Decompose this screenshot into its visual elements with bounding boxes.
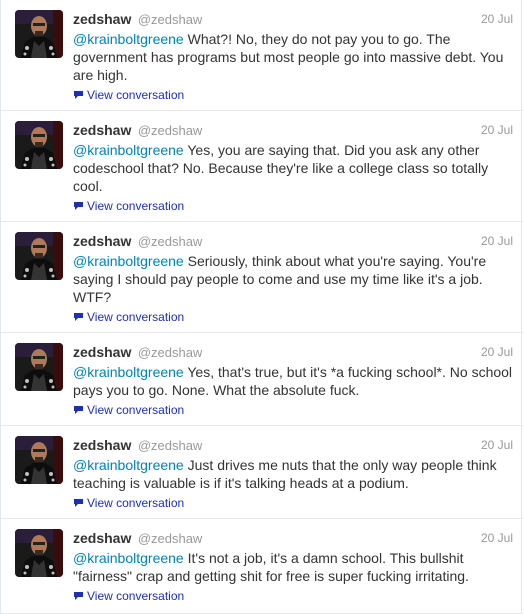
view-conversation-label: View conversation (87, 310, 185, 324)
speech-bubble-icon (73, 496, 84, 512)
tweet[interactable]: zedshaw @zedshaw 20 Jul @krainboltgreene… (1, 0, 523, 111)
tweet-mention[interactable]: @krainboltgreene (73, 253, 184, 269)
tweet-mention[interactable]: @krainboltgreene (73, 364, 184, 380)
view-conversation-label: View conversation (87, 88, 185, 102)
tweet-text: @krainboltgreene Just drives me nuts tha… (73, 456, 513, 492)
tweet-timeline: zedshaw @zedshaw 20 Jul @krainboltgreene… (0, 0, 523, 614)
view-conversation-label: View conversation (87, 589, 185, 603)
tweet-fullname[interactable]: zedshaw (73, 437, 131, 453)
tweet-fullname[interactable]: zedshaw (73, 233, 131, 249)
view-conversation-link[interactable]: View conversation (73, 588, 513, 605)
view-conversation-label: View conversation (87, 403, 185, 417)
tweet-header: zedshaw @zedshaw 20 Jul (73, 529, 513, 549)
tweet-mention[interactable]: @krainboltgreene (73, 31, 184, 47)
tweet-text: @krainboltgreene It's not a job, it's a … (73, 549, 513, 585)
tweet-username[interactable]: @zedshaw (138, 438, 203, 453)
view-conversation-link[interactable]: View conversation (73, 87, 513, 104)
tweet-content: zedshaw @zedshaw 20 Jul @krainboltgreene… (73, 529, 513, 605)
speech-bubble-icon (73, 199, 84, 215)
tweet[interactable]: zedshaw @zedshaw 20 Jul @krainboltgreene… (1, 333, 523, 426)
tweet-fullname[interactable]: zedshaw (73, 530, 131, 546)
tweet-timestamp[interactable]: 20 Jul (481, 10, 513, 28)
avatar[interactable] (15, 343, 63, 391)
tweet-text: @krainboltgreene Seriously, think about … (73, 252, 513, 306)
view-conversation-link[interactable]: View conversation (73, 309, 513, 326)
tweet-content: zedshaw @zedshaw 20 Jul @krainboltgreene… (73, 10, 513, 104)
tweet-text: @krainboltgreene What?! No, they do not … (73, 30, 513, 84)
tweet-header: zedshaw @zedshaw 20 Jul (73, 343, 513, 363)
tweet[interactable]: zedshaw @zedshaw 20 Jul @krainboltgreene… (1, 426, 523, 519)
speech-bubble-icon (73, 403, 84, 419)
tweet-text: @krainboltgreene Yes, that's true, but i… (73, 363, 513, 399)
tweet-fullname[interactable]: zedshaw (73, 11, 131, 27)
tweet[interactable]: zedshaw @zedshaw 20 Jul @krainboltgreene… (1, 222, 523, 333)
tweet-content: zedshaw @zedshaw 20 Jul @krainboltgreene… (73, 436, 513, 512)
view-conversation-label: View conversation (87, 496, 185, 510)
tweet-fullname[interactable]: zedshaw (73, 344, 131, 360)
tweet-header: zedshaw @zedshaw 20 Jul (73, 232, 513, 252)
tweet-mention[interactable]: @krainboltgreene (73, 142, 184, 158)
tweet-username[interactable]: @zedshaw (138, 123, 203, 138)
tweet-username[interactable]: @zedshaw (138, 345, 203, 360)
tweet-content: zedshaw @zedshaw 20 Jul @krainboltgreene… (73, 232, 513, 326)
tweet-username[interactable]: @zedshaw (138, 12, 203, 27)
tweet-header: zedshaw @zedshaw 20 Jul (73, 436, 513, 456)
tweet[interactable]: zedshaw @zedshaw 20 Jul @krainboltgreene… (1, 519, 523, 614)
tweet-username[interactable]: @zedshaw (138, 531, 203, 546)
view-conversation-link[interactable]: View conversation (73, 495, 513, 512)
tweet-username[interactable]: @zedshaw (138, 234, 203, 249)
tweet-content: zedshaw @zedshaw 20 Jul @krainboltgreene… (73, 343, 513, 419)
tweet-content: zedshaw @zedshaw 20 Jul @krainboltgreene… (73, 121, 513, 215)
tweet-timestamp[interactable]: 20 Jul (481, 343, 513, 361)
view-conversation-label: View conversation (87, 199, 185, 213)
view-conversation-link[interactable]: View conversation (73, 198, 513, 215)
tweet-mention[interactable]: @krainboltgreene (73, 457, 184, 473)
tweet-timestamp[interactable]: 20 Jul (481, 121, 513, 139)
tweet-fullname[interactable]: zedshaw (73, 122, 131, 138)
tweet-timestamp[interactable]: 20 Jul (481, 529, 513, 547)
tweet-header: zedshaw @zedshaw 20 Jul (73, 121, 513, 141)
speech-bubble-icon (73, 310, 84, 326)
avatar[interactable] (15, 232, 63, 280)
tweet[interactable]: zedshaw @zedshaw 20 Jul @krainboltgreene… (1, 111, 523, 222)
speech-bubble-icon (73, 88, 84, 104)
tweet-text: @krainboltgreene Yes, you are saying tha… (73, 141, 513, 195)
view-conversation-link[interactable]: View conversation (73, 402, 513, 419)
avatar[interactable] (15, 529, 63, 577)
tweet-timestamp[interactable]: 20 Jul (481, 436, 513, 454)
avatar[interactable] (15, 436, 63, 484)
speech-bubble-icon (73, 589, 84, 605)
avatar[interactable] (15, 121, 63, 169)
avatar[interactable] (15, 10, 63, 58)
tweet-header: zedshaw @zedshaw 20 Jul (73, 10, 513, 30)
tweet-timestamp[interactable]: 20 Jul (481, 232, 513, 250)
tweet-mention[interactable]: @krainboltgreene (73, 550, 184, 566)
